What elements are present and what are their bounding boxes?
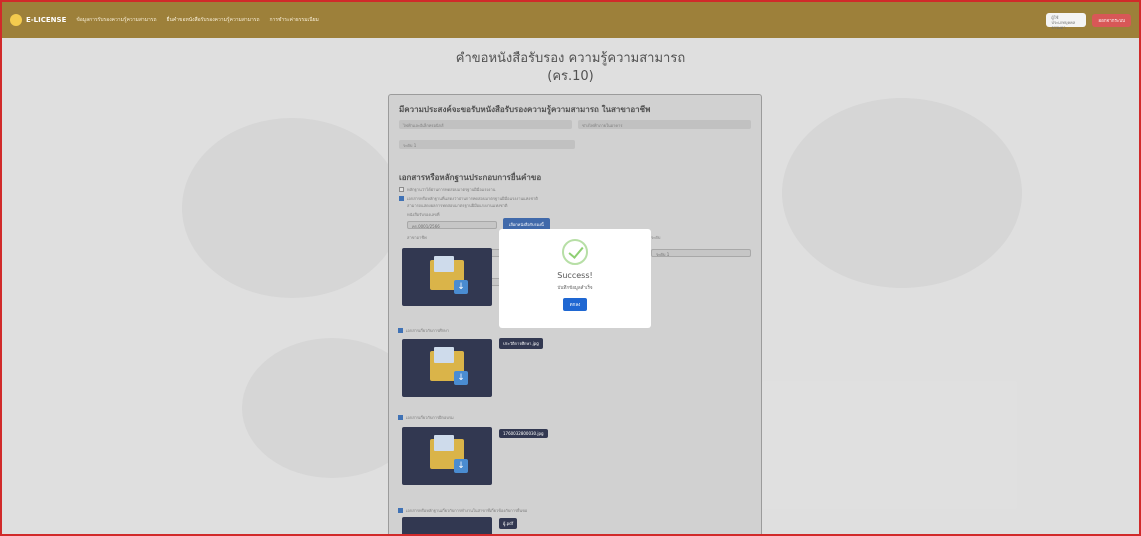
modal-message: บันทึกข้อมูลสำเร็จ	[557, 286, 593, 291]
success-modal: Success! บันทึกข้อมูลสำเร็จ ตกลง	[499, 229, 651, 328]
modal-title: Success!	[557, 271, 593, 280]
app-frame: E-LICENSE ข้อมูลการรับรองความรู้ความสามา…	[0, 0, 1141, 536]
success-check-icon	[562, 239, 588, 265]
ok-button[interactable]: ตกลง	[562, 298, 588, 311]
